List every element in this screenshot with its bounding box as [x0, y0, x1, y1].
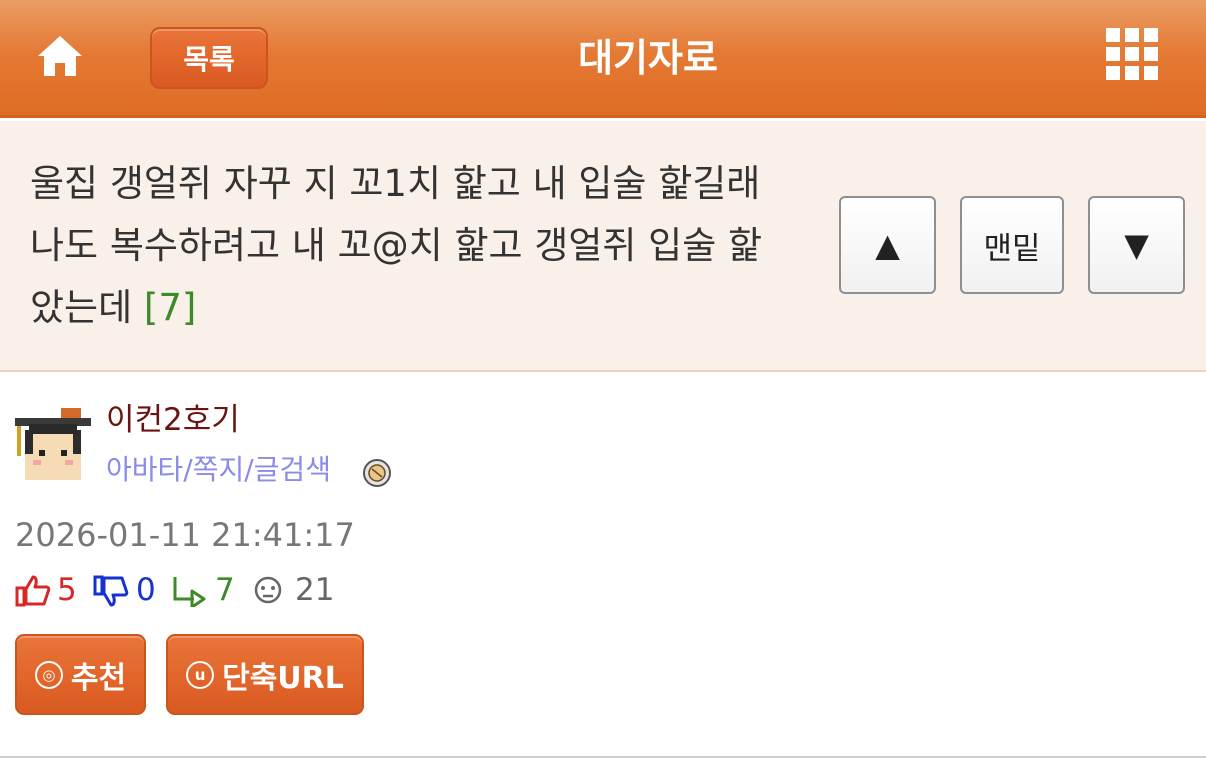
- grid-menu-icon[interactable]: [1104, 26, 1168, 90]
- home-icon[interactable]: [34, 32, 86, 82]
- page-title: 대기자료: [578, 36, 718, 80]
- recommend-button[interactable]: ◎ 추천: [15, 634, 146, 715]
- short-url-label: 단축URL: [222, 660, 344, 696]
- downvote-count: 0: [136, 572, 156, 608]
- scroll-up-button[interactable]: ▲: [839, 196, 936, 294]
- short-url-icon: u: [186, 660, 215, 689]
- post-title-area: 울집 갱얼쥐 자꾸 지 꼬1치 핥고 내 입술 핥길래 나도 복수하려고 내 꼬…: [0, 121, 1206, 372]
- upvote-count: 5: [57, 572, 77, 608]
- author-name[interactable]: 이컨2호기: [106, 400, 240, 440]
- list-button[interactable]: 목록: [150, 27, 268, 89]
- avatar[interactable]: [15, 406, 91, 484]
- top-header: 목록 대기자료: [0, 0, 1206, 118]
- post-date: 2026-01-11 21:41:17: [15, 516, 355, 554]
- recommend-label: 추천: [70, 660, 127, 696]
- recommend-icon: ◎: [34, 660, 63, 689]
- comment-count[interactable]: [7]: [144, 286, 196, 329]
- short-url-button[interactable]: u 단축URL: [166, 634, 364, 715]
- post-title: 울집 갱얼쥐 자꾸 지 꼬1치 핥고 내 입술 핥길래 나도 복수하려고 내 꼬…: [30, 153, 790, 339]
- scroll-down-button[interactable]: ▼: [1088, 196, 1185, 294]
- reply-count: 7: [215, 572, 235, 608]
- scroll-bottom-button[interactable]: 맨밑: [960, 196, 1064, 294]
- post-title-text: 울집 갱얼쥐 자꾸 지 꼬1치 핥고 내 입술 핥길래 나도 복수하려고 내 꼬…: [30, 162, 763, 329]
- medal-icon: [362, 458, 392, 488]
- view-count: 21: [295, 572, 335, 608]
- author-links[interactable]: 아바타/쪽지/글검색: [106, 450, 331, 490]
